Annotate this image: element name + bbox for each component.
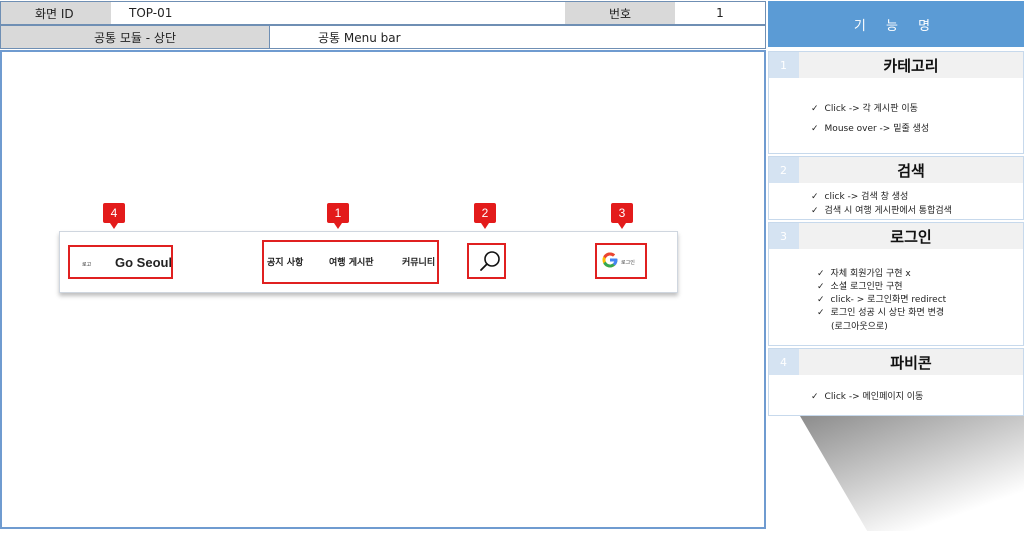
feature-line: ✓ Mouse over -> 밑줄 생성 — [811, 124, 930, 134]
check-icon: ✓ — [817, 282, 825, 292]
feature-line: ✓ 소셜 로그인만 구현 — [817, 282, 903, 292]
module-value: 공통 Menu bar — [269, 26, 765, 48]
check-icon: ✓ — [811, 124, 819, 134]
feature-section-search: 2 검색 ✓ click -> 검색 창 생성 ✓ 검색 시 여행 게시판에서 통합… — [768, 156, 1024, 220]
section-number: 4 — [769, 349, 799, 375]
module-label: 공통 모듈 - 상단 — [1, 26, 269, 48]
section-title: 로그인 — [799, 223, 1023, 249]
feature-line: ✓ click -> 검색 창 생성 — [811, 192, 909, 202]
section-title: 파비콘 — [799, 349, 1023, 375]
feature-line: ✓ Click -> 각 게시판 이동 — [811, 104, 918, 114]
feature-line-continued: (로그아웃으로) — [831, 322, 888, 332]
screen-id-label: 화면 ID — [1, 2, 111, 24]
feature-section-favicon: 4 파비콘 ✓ Click -> 메인페이지 이동 — [768, 348, 1024, 416]
highlight-box-login — [595, 243, 647, 279]
wireframe-canvas: 로고 Go Seoul 공지 사항 여행 게시판 커뮤니티 로그인 4 1 2 … — [0, 50, 766, 529]
panel-shadow — [800, 416, 1024, 531]
check-icon: ✓ — [811, 104, 819, 114]
check-icon: ✓ — [811, 392, 819, 402]
feature-section-category: 1 카테고리 ✓ Click -> 각 게시판 이동 ✓ Mouse over ->… — [768, 51, 1024, 154]
number-value: 1 — [675, 2, 765, 24]
screen-info-row: 화면 ID TOP-01 번호 1 — [0, 1, 766, 25]
feature-line: ✓ Click -> 메인페이지 이동 — [811, 392, 924, 402]
badge-4: 4 — [103, 203, 125, 229]
feature-line: ✓ 자체 회원가입 구현 x — [817, 269, 911, 279]
number-label: 번호 — [565, 2, 675, 24]
feature-section-login: 3 로그인 ✓ 자체 회원가입 구현 x ✓ 소셜 로그인만 구현 ✓ click- … — [768, 222, 1024, 346]
screen-id-value: TOP-01 — [111, 2, 565, 24]
section-title: 카테고리 — [799, 52, 1023, 78]
highlight-box-logo — [68, 245, 173, 279]
badge-1: 1 — [327, 203, 349, 229]
module-info-row: 공통 모듈 - 상단 공통 Menu bar — [0, 25, 766, 49]
badge-2: 2 — [474, 203, 496, 229]
section-number: 2 — [769, 157, 799, 183]
panel-title: 기 능 명 — [768, 1, 1024, 47]
highlight-box-search — [467, 243, 506, 279]
check-icon: ✓ — [811, 192, 819, 202]
section-number: 3 — [769, 223, 799, 249]
feature-line: ✓ 검색 시 여행 게시판에서 통합검색 — [811, 206, 952, 216]
check-icon: ✓ — [817, 308, 825, 318]
section-title: 검색 — [799, 157, 1023, 183]
highlight-box-menu — [262, 240, 439, 284]
check-icon: ✓ — [817, 269, 825, 279]
check-icon: ✓ — [817, 295, 825, 305]
feature-line: ✓ 로그인 성공 시 상단 화면 변경 — [817, 308, 945, 318]
badge-3: 3 — [611, 203, 633, 229]
check-icon: ✓ — [811, 206, 819, 216]
feature-line: ✓ click- > 로그인화면 redirect — [817, 295, 947, 305]
section-number: 1 — [769, 52, 799, 78]
